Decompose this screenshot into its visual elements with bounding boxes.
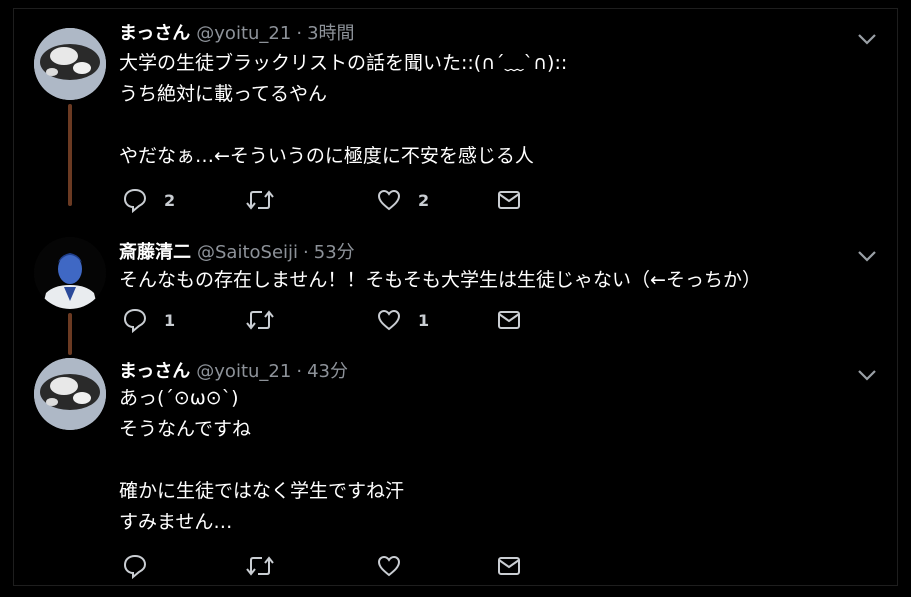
chevron-down-icon[interactable] (857, 367, 877, 381)
author-name[interactable]: 斎藤清二 (119, 242, 191, 263)
chevron-down-icon[interactable] (857, 31, 877, 45)
author-name[interactable]: まっさん (119, 23, 190, 44)
tweet-thread: まっさん @yoitu_21 · 3時間 大学の生徒ブラックリストの話を聞いた::(∩… (13, 8, 898, 586)
share-button[interactable] (496, 553, 522, 579)
like-icon (376, 307, 402, 333)
avatar[interactable] (34, 358, 106, 430)
like-button[interactable]: 2 (376, 187, 429, 213)
share-button[interactable] (496, 187, 522, 213)
avatar[interactable] (34, 28, 106, 100)
retweet-button[interactable] (246, 307, 274, 333)
reply-icon (122, 553, 148, 579)
thread-line (68, 104, 72, 206)
like-icon (376, 553, 402, 579)
retweet-button[interactable] (246, 187, 274, 213)
reply-count: 2 (164, 190, 176, 210)
avatar[interactable] (34, 237, 106, 309)
author-handle[interactable]: @yoitu_21 (196, 361, 291, 382)
retweet-button[interactable] (246, 553, 274, 579)
author-handle[interactable]: @yoitu_21 (196, 23, 291, 44)
share-button[interactable] (496, 307, 522, 333)
tweet-text: そんなもの存在しません！！そもそも大学生は生徒じゃない（←そっちか） (119, 269, 761, 291)
like-count: 2 (418, 190, 430, 210)
timestamp[interactable]: 43分 (307, 361, 348, 382)
chevron-down-icon[interactable] (857, 248, 877, 262)
separator: · (303, 242, 309, 263)
share-mail-icon (496, 187, 522, 213)
reply-button[interactable]: 2 (122, 187, 175, 213)
author-handle[interactable]: @SaitoSeiji (197, 242, 298, 263)
separator: · (296, 23, 303, 44)
retweet-icon (246, 553, 274, 579)
reply-button[interactable]: 1 (122, 307, 175, 333)
like-count: 1 (418, 310, 430, 330)
retweet-icon (246, 307, 274, 333)
share-mail-icon (496, 307, 522, 333)
tweet-text: 大学の生徒ブラックリストの話を聞いた::(∩´﹏`∩):: うち絶対に載ってるや… (119, 52, 568, 167)
share-mail-icon (496, 553, 522, 579)
reply-count: 1 (164, 310, 176, 330)
timestamp[interactable]: 3時間 (307, 23, 354, 44)
tweet-text: あっ(´⊙ω⊙`) そうなんですね 確かに生徒ではなく学生ですね汗 すみません… (119, 387, 405, 533)
author-name[interactable]: まっさん (119, 361, 190, 382)
reply-icon (122, 307, 148, 333)
reply-button[interactable] (122, 553, 164, 579)
like-button[interactable] (376, 553, 418, 579)
retweet-icon (246, 187, 274, 213)
timestamp[interactable]: 53分 (314, 242, 355, 263)
like-button[interactable]: 1 (376, 307, 429, 333)
thread-line (68, 313, 72, 355)
separator: · (296, 361, 303, 382)
reply-icon (122, 187, 148, 213)
like-icon (376, 187, 402, 213)
